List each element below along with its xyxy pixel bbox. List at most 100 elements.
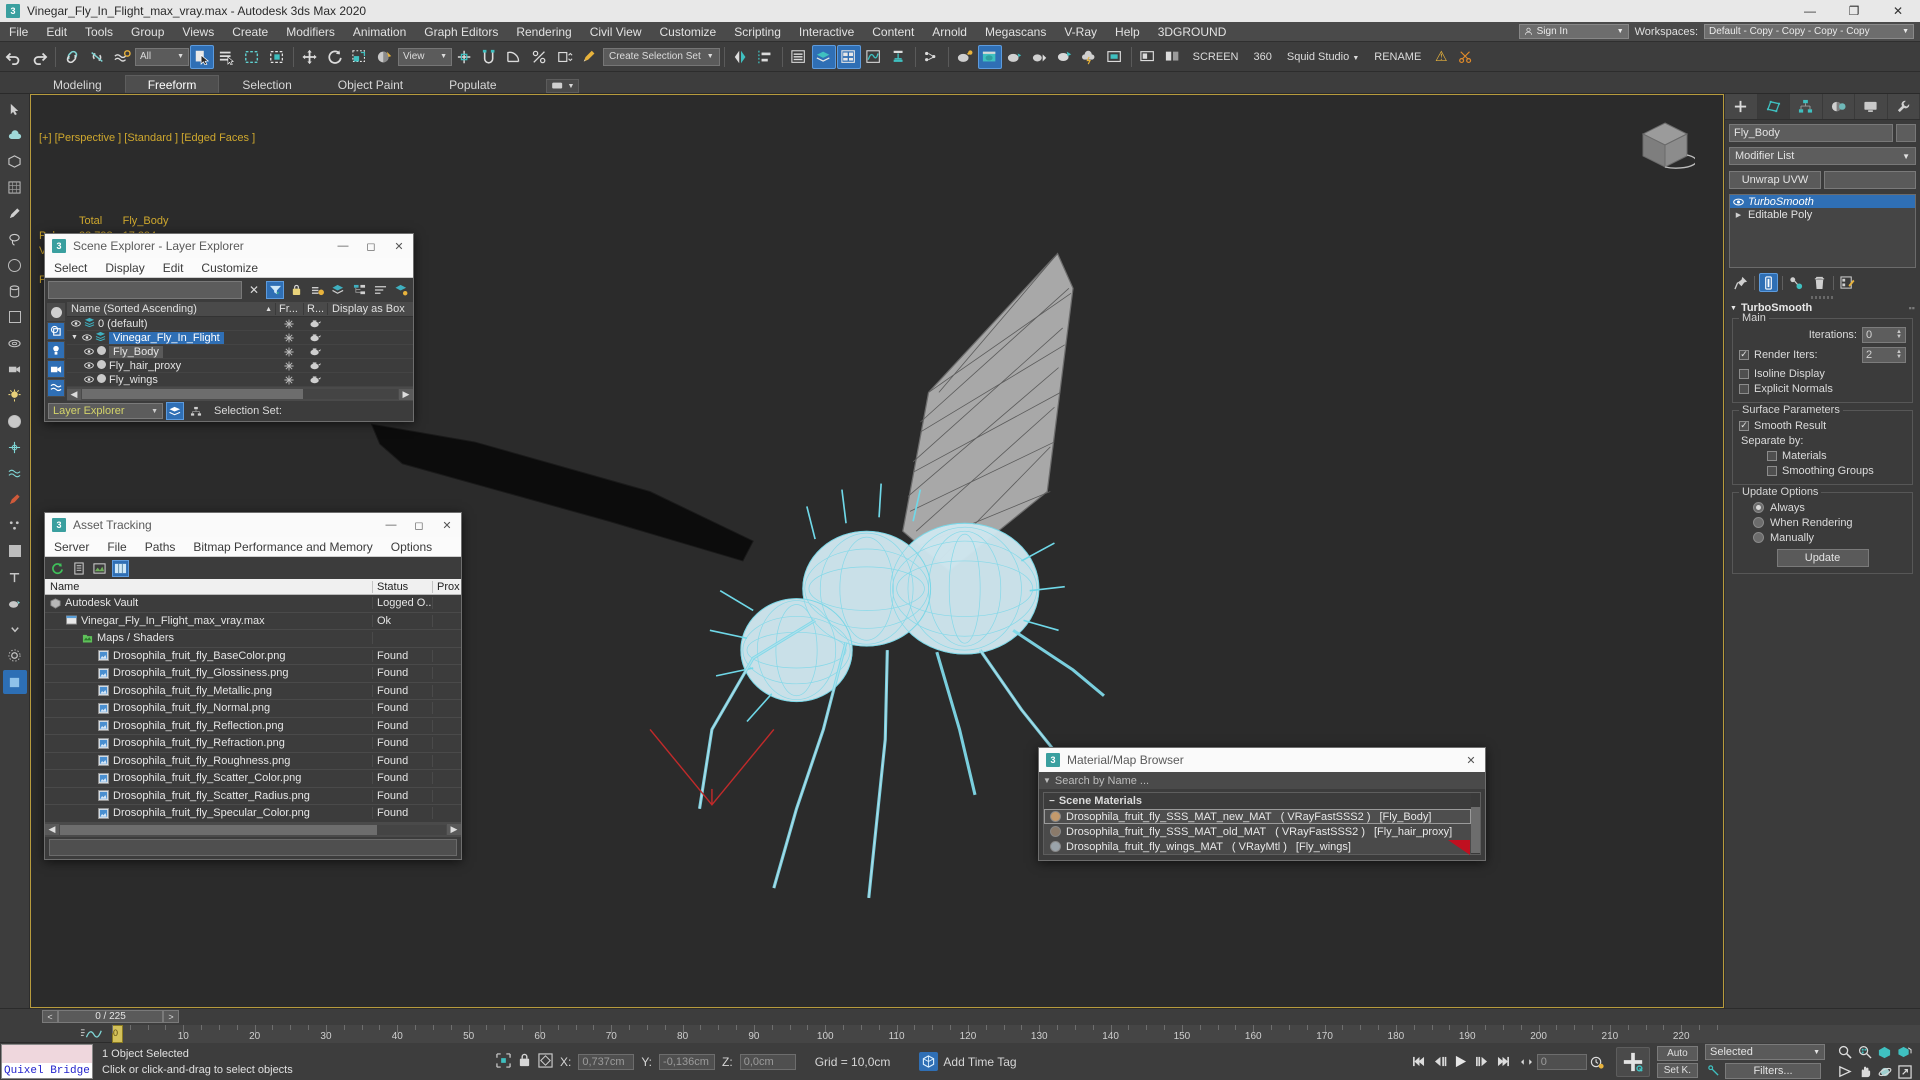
update-button[interactable]: Update: [1776, 549, 1869, 567]
current-frame-field[interactable]: 0: [1536, 1053, 1587, 1070]
tool-lasso-icon[interactable]: [4, 228, 26, 250]
tool-spacewarp-icon[interactable]: [4, 462, 26, 484]
tool-quixel-icon[interactable]: [2, 670, 27, 694]
rename-button[interactable]: RENAME: [1367, 51, 1428, 63]
percent-snap-icon[interactable]: [528, 45, 552, 69]
key-filter-select[interactable]: Selected ▼: [1705, 1044, 1825, 1060]
node-name[interactable]: Fly_hair_proxy: [109, 360, 181, 372]
update-always-radio[interactable]: [1753, 502, 1764, 513]
previous-frame-icon[interactable]: [1432, 1053, 1449, 1070]
goto-end-icon[interactable]: [1495, 1053, 1512, 1070]
menu-megascans[interactable]: Megascans: [976, 22, 1055, 42]
filter-cameras-icon[interactable]: [47, 360, 65, 378]
motion-tab[interactable]: [1823, 94, 1855, 119]
modifier-stack[interactable]: TurboSmooth ▶ Editable Poly: [1729, 194, 1916, 268]
tab-selection[interactable]: Selection: [219, 75, 314, 93]
tool-cylinder-icon[interactable]: [4, 280, 26, 302]
frozen-cell[interactable]: [275, 374, 303, 385]
filter-helpers-icon[interactable]: [47, 379, 65, 397]
scene-explorer-search-input[interactable]: [48, 281, 242, 299]
filter-geometry-icon[interactable]: [47, 322, 65, 340]
material-editor-icon[interactable]: [953, 45, 977, 69]
asset-tracking-dialog[interactable]: 3 Asset Tracking — ◻ ✕ Server File Paths…: [44, 512, 462, 860]
show-end-result-icon[interactable]: [1759, 273, 1778, 292]
scroll-track[interactable]: [82, 389, 398, 399]
time-tag-icon[interactable]: [919, 1052, 939, 1071]
update-manually-radio[interactable]: [1753, 532, 1764, 543]
bitmap-view-icon[interactable]: [91, 560, 108, 577]
next-frame-button[interactable]: >: [163, 1010, 179, 1023]
maximize-button[interactable]: ❐: [1832, 0, 1876, 22]
asset-row[interactable]: Drosophila_fruit_fly_Reflection.png Found: [45, 718, 461, 735]
reference-coordinate-select[interactable]: View ▼: [398, 47, 452, 66]
remove-modifier-icon[interactable]: [1810, 273, 1829, 292]
chevron-down-icon[interactable]: ▼: [1043, 776, 1051, 785]
hierarchy-view-toggle[interactable]: [187, 402, 205, 420]
unwrap-uvw-button[interactable]: Unwrap UVW: [1729, 171, 1821, 189]
se-menu-select[interactable]: Select: [45, 258, 96, 278]
time-configuration-icon[interactable]: [1589, 1053, 1606, 1070]
angle-snap-icon[interactable]: [503, 45, 527, 69]
se-menu-edit[interactable]: Edit: [154, 258, 193, 278]
node-name[interactable]: Fly_Body: [109, 345, 163, 358]
workspace-select[interactable]: Default - Copy - Copy - Copy - Copy ▼: [1704, 24, 1914, 39]
sign-in-button[interactable]: Sign In ▼: [1518, 24, 1629, 39]
schematic-view-icon[interactable]: [887, 45, 911, 69]
frozen-cell[interactable]: [275, 360, 303, 371]
material-row[interactable]: Drosophila_fruit_fly_SSS_MAT_old_MAT ( VR…: [1044, 824, 1471, 839]
prev-frame-button[interactable]: <: [42, 1010, 58, 1023]
scene-explorer-hscrollbar[interactable]: ◀ ▶: [67, 387, 413, 401]
pin-stack-icon[interactable]: [1731, 273, 1750, 292]
utilities-tab[interactable]: [1888, 94, 1920, 119]
maximize-button[interactable]: ◻: [405, 513, 433, 537]
scene-explorer-row[interactable]: ▼ Vinegar_Fly_In_Flight: [67, 331, 413, 345]
visibility-eye-icon[interactable]: [84, 360, 94, 372]
col-name[interactable]: Name: [45, 580, 373, 593]
set-key-mode-icon[interactable]: [1705, 1062, 1722, 1079]
scroll-thumb[interactable]: [82, 389, 304, 399]
sort-layers-icon[interactable]: [371, 281, 389, 299]
at-menu-bitmap-performance[interactable]: Bitmap Performance and Memory: [184, 537, 381, 557]
display-tab[interactable]: [1855, 94, 1888, 119]
col-render[interactable]: R...: [303, 303, 327, 315]
menu-animation[interactable]: Animation: [344, 22, 415, 42]
tool-expand-icon[interactable]: [4, 618, 26, 640]
collapse-icon[interactable]: −: [1049, 796, 1055, 807]
hierarchy-tab[interactable]: [1790, 94, 1823, 119]
visibility-eye-icon[interactable]: [71, 318, 81, 330]
close-button[interactable]: ✕: [1876, 0, 1920, 22]
material-map-browser-icon[interactable]: [977, 44, 1002, 69]
tool-rect-icon[interactable]: [4, 306, 26, 328]
material-row[interactable]: Drosophila_fruit_fly_SSS_MAT_new_MAT ( VR…: [1044, 809, 1471, 824]
curve-editor-toggle-icon[interactable]: [80, 1027, 104, 1044]
explicit-normals-row[interactable]: Explicit Normals: [1739, 381, 1906, 396]
use-pivot-point-center-icon[interactable]: [453, 45, 477, 69]
frozen-cell[interactable]: [275, 332, 303, 343]
menu-graph-editors[interactable]: Graph Editors: [415, 22, 507, 42]
renderable-cell[interactable]: [303, 375, 327, 384]
modifier-list-select[interactable]: Modifier List ▼: [1729, 147, 1916, 165]
filter-all-icon[interactable]: [47, 303, 65, 321]
visibility-eye-icon[interactable]: [82, 332, 92, 344]
renderable-cell[interactable]: [303, 333, 327, 342]
menu-scripting[interactable]: Scripting: [725, 22, 790, 42]
zoom-extents-all-icon[interactable]: [1895, 1042, 1914, 1061]
separate-smoothing-groups-checkbox[interactable]: [1767, 465, 1777, 476]
close-button[interactable]: ✕: [385, 234, 413, 258]
expand-triangle-icon[interactable]: ▼: [71, 334, 78, 341]
scene-explorer-row[interactable]: Fly_Body: [67, 345, 413, 359]
asset-row[interactable]: Maps / Shaders: [45, 630, 461, 648]
tool-cloud-icon[interactable]: [4, 124, 26, 146]
asset-row[interactable]: Drosophila_fruit_fly_Normal.png Found: [45, 700, 461, 718]
frozen-cell[interactable]: [275, 318, 303, 329]
asset-row[interactable]: Drosophila_fruit_fly_Metallic.png Found: [45, 683, 461, 700]
node-name[interactable]: Fly_wings: [109, 374, 158, 386]
edit-named-selection-sets-icon[interactable]: [578, 45, 602, 69]
material-search-bar[interactable]: ▼ Search by Name ...: [1039, 772, 1485, 789]
scroll-left-arrow[interactable]: ◀: [45, 824, 59, 835]
align-icon[interactable]: [754, 45, 778, 69]
y-coordinate-field[interactable]: -0,136cm: [659, 1053, 716, 1070]
render-in-cloud-icon[interactable]: [1078, 45, 1102, 69]
clear-search-icon[interactable]: ✕: [245, 281, 263, 299]
visibility-eye-icon[interactable]: [84, 346, 94, 358]
